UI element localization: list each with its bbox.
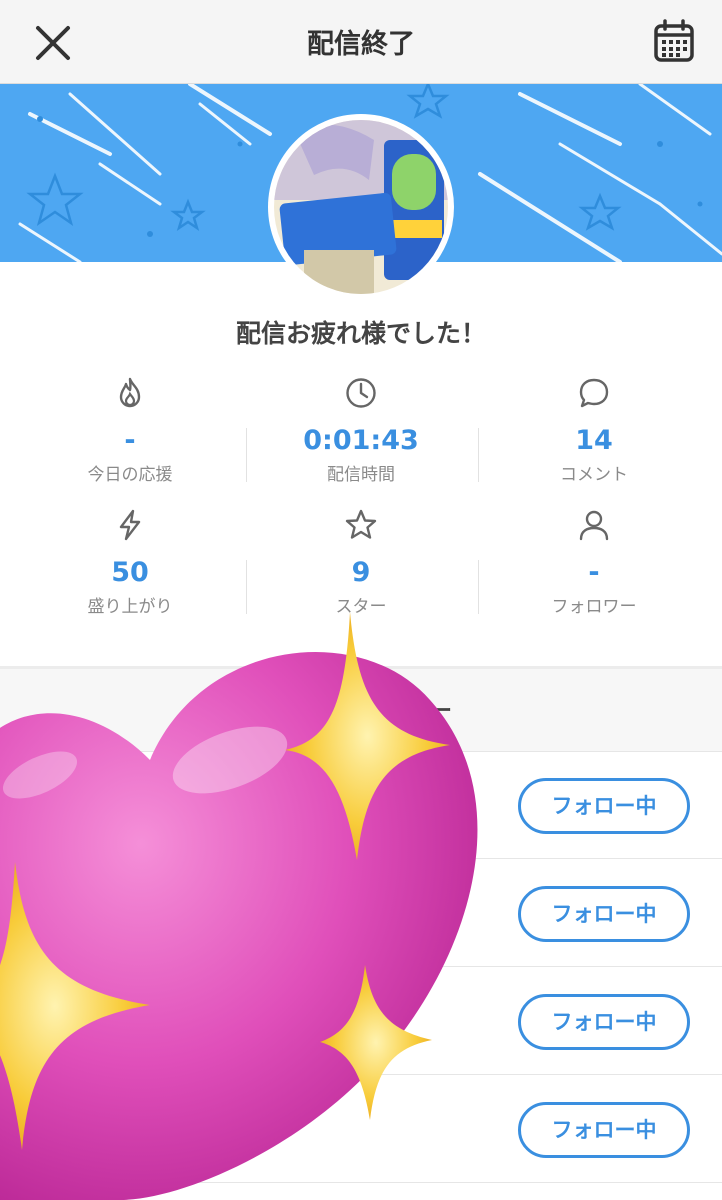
following-button[interactable]: フォロー中 (518, 994, 690, 1050)
person-icon (579, 510, 609, 541)
stat-followers: - フォロワー (474, 508, 714, 617)
sparkle-small (320, 965, 432, 1120)
streamer-avatar[interactable] (274, 120, 448, 294)
stat-label: 今日の応援 (87, 465, 173, 485)
stat-comments: 14 コメント (474, 376, 714, 485)
sparkle-left (0, 862, 150, 1150)
stat-value: 9 (351, 557, 371, 588)
divider (246, 560, 247, 614)
divider (0, 966, 722, 967)
stat-label: 配信時間 (327, 465, 395, 485)
divider (0, 1182, 722, 1183)
page-title: 配信終了 (307, 29, 415, 60)
following-button[interactable]: フォロー中 (518, 886, 690, 942)
star-icon (345, 509, 377, 539)
divider (478, 560, 479, 614)
following-button[interactable]: フォロー中 (518, 778, 690, 834)
comment-icon (579, 378, 609, 408)
stat-label: スター (335, 597, 387, 617)
bolt-icon (119, 509, 141, 541)
greeting-text: 配信お疲れ様でした！ (235, 319, 486, 348)
divider (246, 428, 247, 482)
calendar-icon[interactable] (650, 18, 698, 66)
stat-cheer-today: - 今日の応援 (10, 376, 250, 485)
section-title: ー (430, 699, 453, 724)
flame-icon (119, 377, 141, 408)
stat-label: フォロワー (551, 597, 637, 617)
stat-value: 14 (575, 425, 613, 456)
stat-stars: 9 スター (241, 508, 481, 617)
stat-value: - (124, 425, 136, 456)
stat-excitement: 50 盛り上がり (10, 508, 250, 617)
stat-value: 0:01:43 (303, 425, 419, 456)
top-bar: 配信終了 (0, 0, 722, 84)
following-button[interactable]: フォロー中 (518, 1102, 690, 1158)
stat-label: コメント (560, 465, 628, 485)
stat-label: 盛り上がり (87, 597, 173, 617)
divider (0, 1074, 722, 1075)
stat-value: - (588, 557, 600, 588)
avatar-image (274, 120, 448, 294)
clock-icon (346, 378, 376, 408)
stat-stream-time: 0:01:43 配信時間 (241, 376, 481, 485)
divider (478, 428, 479, 482)
viewer-list-header: ー (0, 669, 722, 752)
divider (0, 858, 722, 859)
stat-value: 50 (111, 557, 149, 588)
